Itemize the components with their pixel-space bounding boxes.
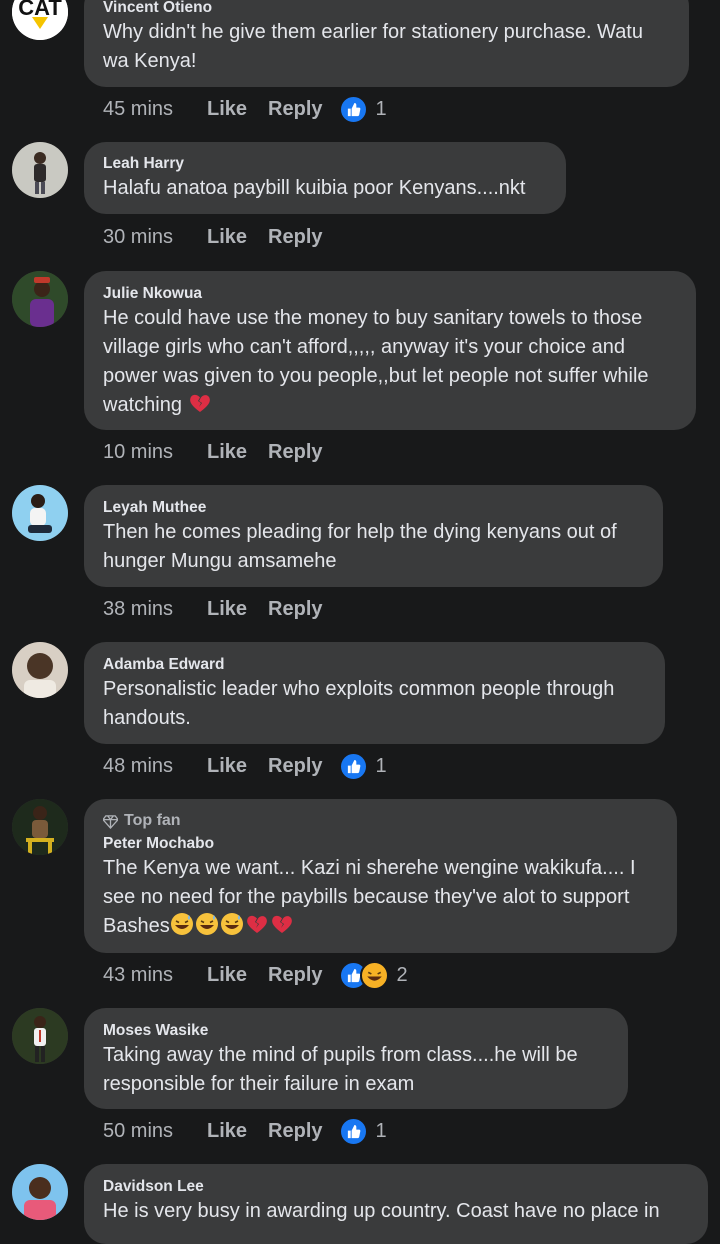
commenter-name[interactable]: Moses Wasike: [103, 1021, 608, 1041]
comment-text: He could have use the money to buy sanit…: [103, 304, 676, 420]
like-button[interactable]: Like: [207, 98, 247, 121]
comment-actions: 50 mins Like Reply 1: [103, 1116, 387, 1146]
comment-text: Why didn't he give them earlier for stat…: [103, 21, 643, 72]
comment-actions: 38 mins Like Reply: [103, 594, 344, 624]
broken-heart-emoji: [246, 915, 267, 933]
comment-bubble: Leyah Muthee Then he comes pleading for …: [84, 485, 663, 587]
comment-bubble: Moses Wasike Taking away the mind of pup…: [84, 1008, 628, 1109]
avatar[interactable]: [12, 1008, 68, 1064]
avatar[interactable]: [12, 271, 68, 327]
comment-bubble: Vincent Otieno Why didn't he give them e…: [84, 0, 689, 87]
person-photo-icon: [12, 642, 68, 698]
commenter-name[interactable]: Peter Mochabo: [103, 834, 657, 854]
like-button[interactable]: Like: [207, 1120, 247, 1143]
person-photo-icon: [12, 142, 68, 198]
person-photo-icon: [12, 1008, 68, 1064]
reply-button[interactable]: Reply: [268, 755, 322, 778]
comment-time[interactable]: 10 mins: [103, 441, 207, 464]
commenter-name[interactable]: Julie Nkowua: [103, 284, 676, 304]
like-button[interactable]: Like: [207, 441, 247, 464]
comment-text: Taking away the mind of pupils from clas…: [103, 1044, 578, 1095]
commenter-name[interactable]: Davidson Lee: [103, 1177, 688, 1197]
reply-button[interactable]: Reply: [268, 964, 322, 987]
person-photo-icon: [12, 271, 68, 327]
reaction-count: 1: [375, 97, 387, 120]
comment-text: Then he comes pleading for help the dyin…: [103, 521, 617, 572]
top-fan-label: Top fan: [124, 812, 181, 829]
grinning-sweat-emoji: [170, 913, 193, 935]
comment-bubble: Davidson Lee He is very busy in awarding…: [84, 1164, 708, 1244]
like-reaction-icon: [338, 751, 368, 781]
like-button[interactable]: Like: [207, 598, 247, 621]
comment-text: Halafu anatoa paybill kuibia poor Kenyan…: [103, 177, 526, 199]
comment-actions: 30 mins Like Reply: [103, 222, 344, 252]
commenter-name[interactable]: Leah Harry: [103, 154, 546, 174]
avatar[interactable]: CAT: [12, 0, 68, 40]
commenter-name[interactable]: Vincent Otieno: [103, 0, 669, 18]
reply-button[interactable]: Reply: [268, 1120, 322, 1143]
comment-time[interactable]: 45 mins: [103, 98, 207, 121]
comment-text: He is very busy in awarding up country. …: [103, 1200, 660, 1222]
comment-text: Personalistic leader who exploits common…: [103, 678, 615, 729]
broken-heart-emoji: [189, 394, 210, 412]
person-photo-icon: [12, 485, 68, 541]
comment-time[interactable]: 48 mins: [103, 755, 207, 778]
avatar[interactable]: [12, 485, 68, 541]
comment-text-body: He could have use the money to buy sanit…: [103, 307, 649, 416]
comment-bubble: Top fan Peter Mochabo The Kenya we want.…: [84, 799, 677, 953]
comment-time[interactable]: 50 mins: [103, 1120, 207, 1143]
top-fan-badge: Top fan: [103, 811, 657, 831]
like-button[interactable]: Like: [207, 755, 247, 778]
comment-actions: 10 mins Like Reply: [103, 437, 344, 467]
person-photo-icon: [12, 799, 68, 855]
avatar[interactable]: [12, 142, 68, 198]
grinning-sweat-emoji: [220, 913, 243, 935]
comment-actions: 45 mins Like Reply 1: [103, 94, 387, 124]
commenter-name[interactable]: Adamba Edward: [103, 655, 645, 675]
comment-time[interactable]: 38 mins: [103, 598, 207, 621]
reaction-summary[interactable]: 1: [338, 1116, 387, 1146]
avatar[interactable]: [12, 642, 68, 698]
comment-time[interactable]: 30 mins: [103, 226, 207, 249]
reaction-summary[interactable]: 1: [338, 94, 387, 124]
avatar[interactable]: [12, 799, 68, 855]
like-button[interactable]: Like: [207, 226, 247, 249]
reaction-summary[interactable]: 2: [338, 960, 408, 990]
comment-actions: 48 mins Like Reply 1: [103, 751, 387, 781]
comment-actions: 43 mins Like Reply 2: [103, 960, 408, 990]
avatar[interactable]: [12, 1164, 68, 1220]
commenter-name[interactable]: Leyah Muthee: [103, 498, 643, 518]
reaction-count: 1: [375, 1119, 387, 1142]
reaction-summary[interactable]: 1: [338, 751, 387, 781]
reaction-count: 1: [375, 754, 387, 777]
cat-logo-icon: CAT: [12, 0, 68, 40]
reaction-count: 2: [396, 963, 408, 986]
comment-bubble: Julie Nkowua He could have use the money…: [84, 271, 696, 430]
haha-reaction-icon: [359, 960, 389, 990]
top-fan-diamond-icon: [103, 814, 118, 829]
reply-button[interactable]: Reply: [268, 441, 322, 464]
comment-bubble: Adamba Edward Personalistic leader who e…: [84, 642, 665, 744]
like-reaction-icon: [338, 94, 368, 124]
grinning-sweat-emoji: [195, 913, 218, 935]
like-button[interactable]: Like: [207, 964, 247, 987]
broken-heart-emoji: [271, 915, 292, 933]
reply-button[interactable]: Reply: [268, 598, 322, 621]
reply-button[interactable]: Reply: [268, 98, 322, 121]
like-reaction-icon: [338, 1116, 368, 1146]
person-photo-icon: [12, 1164, 68, 1220]
comment-text: The Kenya we want... Kazi ni sherehe wen…: [103, 854, 657, 941]
comment-bubble: Leah Harry Halafu anatoa paybill kuibia …: [84, 142, 566, 214]
reply-button[interactable]: Reply: [268, 226, 322, 249]
comment-time[interactable]: 43 mins: [103, 964, 207, 987]
